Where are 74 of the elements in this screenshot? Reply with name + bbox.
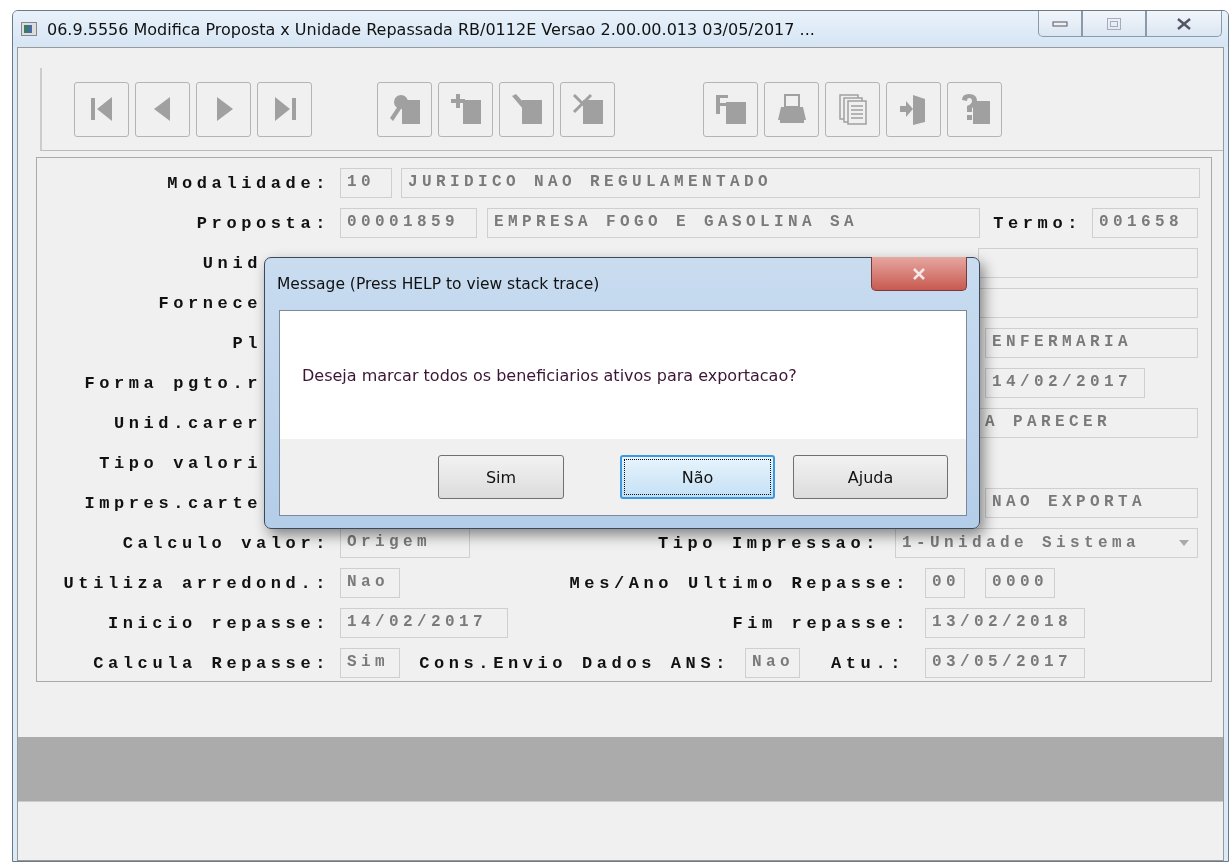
field-label: Pl: [231, 333, 262, 353]
delete-button[interactable]: [560, 81, 615, 137]
input-field[interactable]: 03/05/2017: [925, 648, 1085, 678]
search-button[interactable]: [377, 81, 432, 137]
first-button[interactable]: [74, 81, 129, 137]
input-field[interactable]: A PARECER: [978, 408, 1198, 438]
dialog-message: Deseja marcar todos os beneficiarios ativos para exportacao?: [302, 365, 797, 385]
input-field[interactable]: ENFERMARIA: [985, 328, 1198, 358]
help-button[interactable]: [947, 81, 1002, 137]
copy-button[interactable]: [825, 81, 880, 137]
input-field[interactable]: [978, 248, 1198, 278]
close-icon: [1176, 16, 1192, 31]
dialog-title: Message (Press HELP to view stack trace): [277, 275, 600, 293]
input-field[interactable]: EMPRESA FOGO E GASOLINA SA: [487, 208, 980, 238]
field-label: Forma pgto.r: [83, 373, 262, 393]
cross-page-icon: [570, 92, 605, 126]
input-field[interactable]: 00001859: [340, 208, 477, 238]
window-title: 06.9.5556 Modifica Proposta x Unidade Repassada RB/0112E Versao 2.00.00.013 03/05/2017 ...: [47, 19, 815, 39]
add-button[interactable]: [438, 81, 493, 137]
letter-f-page-icon: [713, 92, 748, 126]
input-field[interactable]: NAO EXPORTA: [985, 488, 1198, 518]
field-label: Calculo valor:: [121, 533, 330, 553]
field-label: Utiliza arredond.:: [62, 573, 330, 593]
close-icon: [912, 267, 926, 280]
input-field[interactable]: Origem: [340, 528, 470, 558]
input-field[interactable]: 0000: [985, 568, 1055, 598]
input-field[interactable]: 001658: [1092, 208, 1198, 238]
window-icon: [21, 22, 37, 36]
last-button[interactable]: [257, 81, 312, 137]
minimize-button[interactable]: [1038, 11, 1082, 37]
exit-button[interactable]: [886, 81, 941, 137]
input-field[interactable]: Sim: [340, 648, 400, 678]
filter-button[interactable]: [703, 81, 758, 137]
field-label: Calcula Repasse:: [92, 653, 330, 673]
input-field[interactable]: Nao: [745, 648, 800, 678]
field-label: Termo:: [992, 213, 1082, 233]
minimize-icon: [1052, 20, 1068, 27]
dialog-button[interactable]: Não: [620, 455, 775, 499]
input-field[interactable]: 00: [925, 568, 965, 598]
field-label: Fornece: [157, 293, 262, 313]
input-field[interactable]: 14/02/2017: [985, 368, 1145, 398]
input-field[interactable]: [978, 288, 1198, 318]
input-field[interactable]: 14/02/2017: [340, 608, 508, 638]
field-label: Cons.Envio Dados ANS:: [418, 653, 730, 673]
dropdown-arrow-icon: [1179, 540, 1189, 546]
print-button[interactable]: [764, 81, 819, 137]
field-label: Proposta:: [195, 213, 330, 233]
edit-button[interactable]: [499, 81, 554, 137]
field-label: Modalidade:: [166, 173, 330, 193]
input-field[interactable]: JURIDICO NAO REGULAMENTADO: [401, 168, 1200, 198]
maximize-icon: [1107, 17, 1121, 30]
input-field[interactable]: 10: [340, 168, 392, 198]
field-label: Impres.carte: [83, 493, 262, 513]
field-label: Unid: [201, 253, 262, 273]
dialog-button[interactable]: Sim: [438, 455, 564, 499]
dialog-button[interactable]: Ajuda: [793, 455, 948, 499]
next-button[interactable]: [196, 81, 251, 137]
field-label: Inicio repasse:: [106, 613, 330, 633]
field-label: Atu.:: [830, 653, 905, 673]
key-icon: [387, 92, 422, 126]
dialog-close-button[interactable]: [871, 257, 967, 291]
input-field[interactable]: 13/02/2018: [925, 608, 1085, 638]
previous-button[interactable]: [135, 81, 190, 137]
input-field[interactable]: Nao: [340, 568, 400, 598]
field-label: Unid.carer: [112, 413, 262, 433]
dropdown[interactable]: 1-Unidade Sistema: [895, 528, 1198, 558]
pencil-page-icon: [509, 92, 544, 126]
plus-page-icon: [448, 92, 483, 126]
field-label: Mes/Ano Ultimo Repasse:: [568, 573, 910, 593]
field-label: Tipo Impressao:: [656, 533, 880, 553]
field-label: Tipo valori: [98, 453, 262, 473]
field-label: Fim repasse:: [731, 613, 910, 633]
close-button[interactable]: [1146, 11, 1222, 37]
maximize-button[interactable]: [1082, 11, 1146, 37]
